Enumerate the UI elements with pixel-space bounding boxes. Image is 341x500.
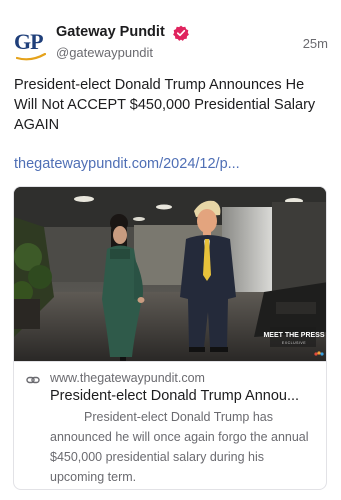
watermark-subtext: EXCLUSIVE <box>282 341 306 345</box>
logo-swoosh-icon <box>16 53 46 61</box>
post-header: GP Gateway Pundit @gatewaypundit 25m <box>14 22 330 66</box>
post-text: President-elect Donald Trump Announces H… <box>14 77 316 133</box>
watermark-text: MEET THE PRESS <box>263 332 324 339</box>
card-domain: www.thegatewaypundit.com <box>50 371 205 385</box>
author-handle[interactable]: @gatewaypundit <box>56 45 153 60</box>
card-title[interactable]: President-elect Donald Trump Annou... <box>50 387 312 406</box>
verified-badge-icon <box>173 25 189 41</box>
link-preview-card[interactable]: MEET THE PRESS EXCLUSIVE www.thegatewayp… <box>13 186 327 490</box>
link-chain-icon <box>26 376 40 384</box>
avatar[interactable]: GP <box>14 26 48 61</box>
card-thumbnail-image[interactable]: MEET THE PRESS EXCLUSIVE <box>14 187 327 361</box>
avatar-logo-text: GP <box>14 29 44 54</box>
card-body[interactable]: www.thegatewaypundit.com President-elect… <box>14 361 326 489</box>
card-description: President-elect Donald Trump has announc… <box>50 410 309 484</box>
post-link[interactable]: thegatewaypundit.com/2024/12/p... <box>14 154 329 174</box>
author-name[interactable]: Gateway Pundit <box>56 24 165 40</box>
post-timestamp[interactable]: 25m <box>303 36 328 51</box>
